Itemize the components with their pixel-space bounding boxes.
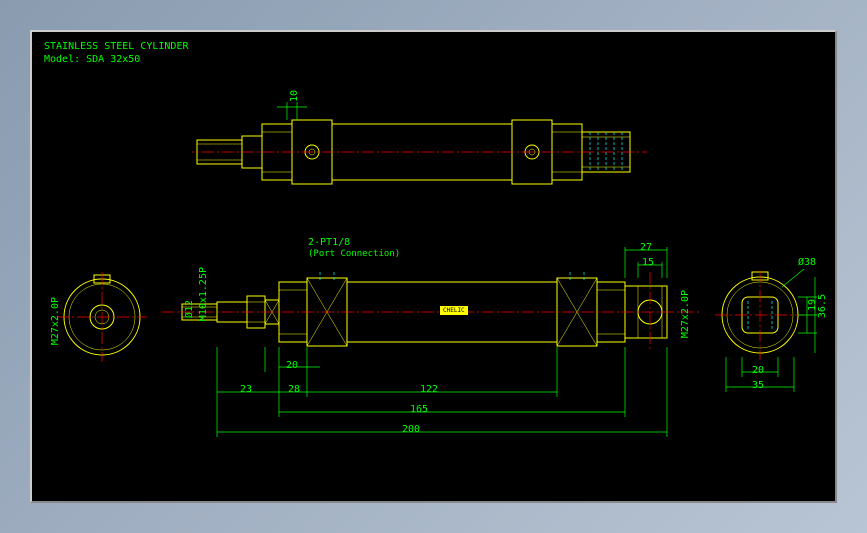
front-view [162,242,722,462]
title-line2: Model: SDA 32x50 [44,53,189,66]
dim-200: 200 [402,424,420,435]
brand-badge: CHELIC [440,306,468,315]
title-block: STAINLESS STEEL CYLINDER Model: SDA 32x5… [44,40,189,66]
dim-27: 27 [640,242,652,253]
dim-m27-left: M27x2.0P [50,297,61,345]
left-end-view [52,262,152,382]
dim-m10: M10x1.25P [198,267,209,321]
port-label-text: 2-PT1/8 [308,237,350,248]
dim-36-5: 36.5 [817,294,828,318]
port-sub-text: (Port Connection) [308,249,400,259]
dim-165: 165 [410,404,428,415]
dim-10: 10 [289,90,300,102]
dim-20-left: 20 [286,360,298,371]
dim-m27-right: M27x2.0P [680,290,691,338]
top-view [192,92,662,212]
dim-r35: 35 [752,380,764,391]
cad-viewport[interactable]: STAINLESS STEEL CYLINDER Model: SDA 32x5… [30,30,837,503]
dim-122: 122 [420,384,438,395]
dim-28: 28 [288,384,300,395]
dim-dia38: Ø38 [798,257,816,268]
dim-15: 15 [642,257,654,268]
dim-r20: 20 [752,365,764,376]
right-end-view [712,257,822,417]
port-label: 2-PT1/8 (Port Connection) [308,237,400,259]
dim-23: 23 [240,384,252,395]
title-line1: STAINLESS STEEL CYLINDER [44,40,189,53]
dim-dia12: Ø12 [184,300,195,318]
